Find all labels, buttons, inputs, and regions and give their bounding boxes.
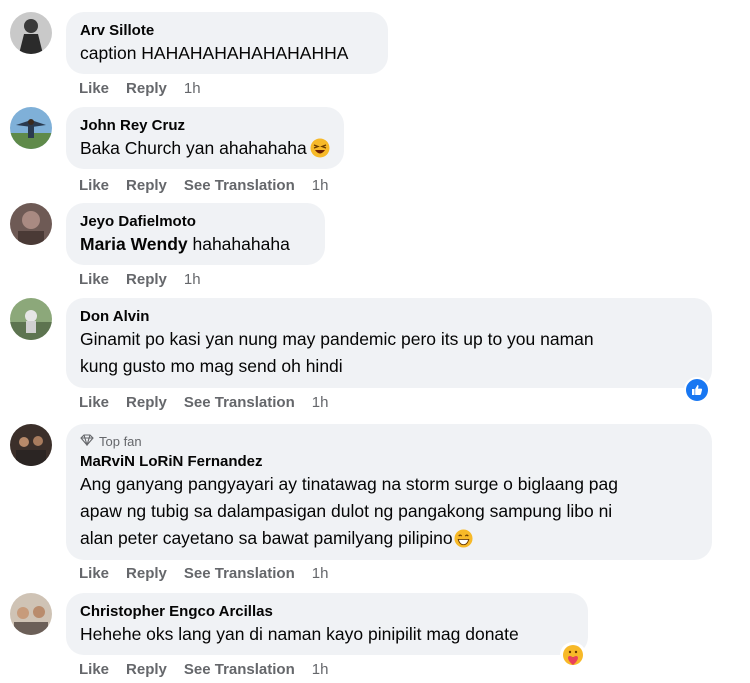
top-fan-badge: Top fan <box>80 433 698 450</box>
timestamp[interactable]: 1h <box>312 661 329 678</box>
avatar[interactable] <box>10 298 52 340</box>
comment-actions: Like Reply See Translation 1h <box>79 177 345 194</box>
diamond-icon <box>80 433 94 450</box>
commenter-name[interactable]: Arv Sillote <box>80 21 374 40</box>
reply-link[interactable]: Reply <box>126 80 167 97</box>
reply-link[interactable]: Reply <box>126 565 167 582</box>
reply-link[interactable]: Reply <box>126 177 167 194</box>
avatar[interactable] <box>10 203 52 245</box>
commenter-name[interactable]: John Rey Cruz <box>80 116 330 135</box>
comment-bubble: Arv Sillote caption HAHAHAHAHAHAHAHHA <box>66 12 388 74</box>
comment-bubble: John Rey Cruz Baka Church yan ahahahaha <box>66 107 344 169</box>
comment-text: hahahahaha <box>187 234 290 254</box>
comment-text-line: Ang ganyang pangyayari ay tinatawag na s… <box>80 474 619 494</box>
comment-actions: Like Reply 1h <box>79 80 218 97</box>
comment-bubble: Jeyo Dafielmoto Maria Wendy hahahahaha <box>66 203 325 265</box>
like-link[interactable]: Like <box>79 177 109 194</box>
see-translation-link[interactable]: See Translation <box>184 394 295 411</box>
comment-text: caption HAHAHAHAHAHAHAHHA <box>80 43 349 63</box>
timestamp[interactable]: 1h <box>312 565 329 582</box>
comment-actions: Like Reply See Translation 1h <box>79 565 345 582</box>
comment-text-line: kung gusto mo mag send oh hindi <box>80 356 343 376</box>
commenter-name[interactable]: Christopher Engco Arcillas <box>80 602 574 621</box>
see-translation-link[interactable]: See Translation <box>184 565 295 582</box>
comment-actions: Like Reply 1h <box>79 271 218 288</box>
comment-text: Hehehe oks lang yan di naman kayo pinipi… <box>80 624 519 644</box>
commenter-name[interactable]: MaRviN LoRiN Fernandez <box>80 452 698 471</box>
comment-actions: Like Reply See Translation 1h <box>79 394 345 411</box>
laughing-emoji-icon <box>310 138 330 166</box>
comment-text-line: apaw ng tubig sa dalampasigan dulot ng p… <box>80 501 613 521</box>
reply-link[interactable]: Reply <box>126 661 167 678</box>
like-link[interactable]: Like <box>79 271 109 288</box>
like-link[interactable]: Like <box>79 565 109 582</box>
reply-link[interactable]: Reply <box>126 271 167 288</box>
timestamp[interactable]: 1h <box>184 271 201 288</box>
like-link[interactable]: Like <box>79 80 109 97</box>
like-reaction-icon[interactable] <box>684 377 710 403</box>
mention-link[interactable]: Maria Wendy <box>80 234 188 254</box>
comment-text-line: alan peter cayetano sa bawat pamilyang p… <box>80 528 453 548</box>
avatar[interactable] <box>10 593 52 635</box>
avatar[interactable] <box>10 12 52 54</box>
comment-bubble: Christopher Engco Arcillas Hehehe oks la… <box>66 593 588 655</box>
timestamp[interactable]: 1h <box>184 80 201 97</box>
comment-text-line: Ginamit po kasi yan nung may pandemic pe… <box>80 329 594 349</box>
comment-bubble: Don Alvin Ginamit po kasi yan nung may p… <box>66 298 712 388</box>
care-reaction-icon[interactable] <box>560 642 586 668</box>
timestamp[interactable]: 1h <box>312 394 329 411</box>
avatar[interactable] <box>10 107 52 149</box>
like-link[interactable]: Like <box>79 661 109 678</box>
grin-emoji-icon <box>454 529 473 556</box>
like-link[interactable]: Like <box>79 394 109 411</box>
top-fan-label: Top fan <box>99 434 142 449</box>
commenter-name[interactable]: Don Alvin <box>80 307 698 326</box>
timestamp[interactable]: 1h <box>312 177 329 194</box>
comment-text: Baka Church yan ahahahaha <box>80 138 307 158</box>
reply-link[interactable]: Reply <box>126 394 167 411</box>
see-translation-link[interactable]: See Translation <box>184 661 295 678</box>
commenter-name[interactable]: Jeyo Dafielmoto <box>80 212 311 231</box>
comment-bubble: Top fan MaRviN LoRiN Fernandez Ang ganya… <box>66 424 712 560</box>
avatar[interactable] <box>10 424 52 466</box>
comment-actions: Like Reply See Translation 1h <box>79 661 345 678</box>
see-translation-link[interactable]: See Translation <box>184 177 295 194</box>
